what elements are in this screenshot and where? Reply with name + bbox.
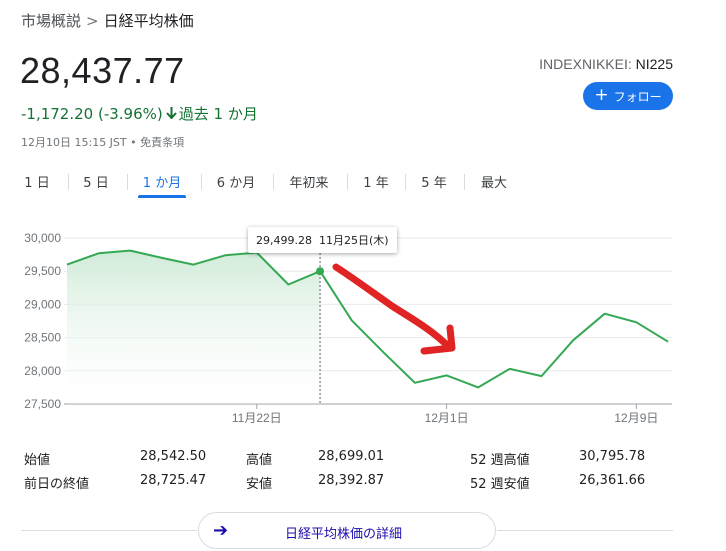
breadcrumb: 市場概説 > 日経平均株価: [21, 10, 194, 31]
quote-timestamp[interactable]: 12月10日 15:15 JST • 免責条項: [21, 134, 184, 150]
tab-max[interactable]: 最大: [480, 172, 508, 198]
y-tick-label: 29,500: [24, 264, 61, 278]
chart-tooltip: 29,499.28 11月25日(木): [248, 227, 397, 253]
stat-label-low: 安値: [246, 477, 273, 492]
breadcrumb-current: 日経平均株価: [103, 12, 194, 30]
y-tick-label: 27,500: [24, 397, 61, 411]
chart-hover-point: [316, 267, 325, 276]
index-details-button[interactable]: ➔ 日経平均株価の詳細: [198, 512, 496, 549]
tab-5-years[interactable]: 5 年: [420, 172, 448, 198]
stat-value-low: 28,392.87: [318, 473, 385, 488]
y-tick-label: 28,500: [24, 331, 61, 345]
stat-value-52w-high: 30,795.78: [579, 449, 646, 464]
stat-label-prev-close: 前日の終値: [24, 477, 90, 492]
symbol-code: NI225: [635, 56, 673, 72]
x-tick-label: 11月22日: [232, 411, 282, 425]
stat-label-open: 始値: [24, 453, 51, 468]
red-arrow-annotation: [332, 263, 456, 355]
price-change: -1,172.20 (-3.96%) 過去 1 か月: [21, 103, 258, 124]
follow-button-label: フォロー: [613, 89, 662, 104]
x-tick-label: 12月9日: [614, 411, 658, 425]
chart-area-fill: [67, 250, 321, 404]
tab-year-to-date[interactable]: 年初来: [288, 172, 330, 198]
follow-button[interactable]: + フォロー: [583, 82, 673, 110]
y-tick-label: 28,000: [24, 364, 61, 378]
tab-divider: [347, 174, 348, 190]
stat-value-open: 28,542.50: [140, 449, 207, 464]
tab-divider: [273, 174, 274, 190]
index-details-label: 日経平均株価の詳細: [285, 527, 403, 542]
chart-x-axis: 11月22日 12月1日 12月9日: [232, 404, 658, 425]
stats-row: 前日の終値 28,725.47 安値 28,392.87 52 週安値 26,3…: [24, 473, 674, 497]
arrow-right-icon: ➔: [213, 520, 229, 541]
plus-icon: +: [594, 84, 609, 105]
breadcrumb-parent-link[interactable]: 市場概説: [21, 12, 81, 30]
stats-row: 始値 28,542.50 高値 28,699.01 52 週高値 30,795.…: [24, 449, 674, 473]
exchange-code: INDEXNIKKEI:: [539, 56, 632, 72]
y-tick-label: 30,000: [24, 231, 61, 245]
tab-divider: [464, 174, 465, 190]
price-change-period: 過去 1 か月: [178, 105, 258, 123]
x-tick-label: 12月1日: [425, 411, 469, 425]
tab-divider: [127, 174, 128, 190]
tab-divider: [68, 174, 69, 190]
stat-value-high: 28,699.01: [318, 449, 385, 464]
tab-6-months[interactable]: 6 か月: [215, 172, 257, 198]
stat-label-52w-low: 52 週安値: [470, 477, 530, 492]
tab-divider: [201, 174, 202, 190]
arrow-down-icon: [166, 105, 177, 123]
tab-5-days[interactable]: 5 日: [83, 172, 109, 198]
section-divider: [497, 530, 673, 531]
stat-value-prev-close: 28,725.47: [140, 473, 207, 488]
key-stats-table: 始値 28,542.50 高値 28,699.01 52 週高値 30,795.…: [24, 449, 674, 497]
breadcrumb-separator: >: [86, 12, 99, 30]
current-price: 28,437.77: [20, 50, 185, 91]
chart-y-axis: 30,000 29,500 29,000 28,500 28,000 27,500: [24, 231, 61, 411]
stat-value-52w-low: 26,361.66: [579, 473, 646, 488]
tooltip-value: 29,499.28: [256, 233, 312, 247]
section-divider: [21, 530, 197, 531]
tab-1-month[interactable]: 1 か月: [138, 172, 186, 198]
stat-label-52w-high: 52 週高値: [470, 453, 530, 468]
tab-1-day[interactable]: 1 日: [24, 172, 50, 198]
y-tick-label: 29,000: [24, 297, 61, 311]
time-range-tabs: 1 日 5 日 1 か月 6 か月 年初来 1 年 5 年 最大: [14, 172, 554, 198]
tooltip-date: 11月25日(木): [318, 234, 389, 247]
tab-divider: [405, 174, 406, 190]
stat-label-high: 高値: [246, 453, 273, 468]
tab-1-year[interactable]: 1 年: [363, 172, 389, 198]
ticker-symbol: INDEXNIKKEI: NI225: [539, 56, 673, 72]
price-change-value: -1,172.20 (-3.96%): [21, 105, 163, 123]
